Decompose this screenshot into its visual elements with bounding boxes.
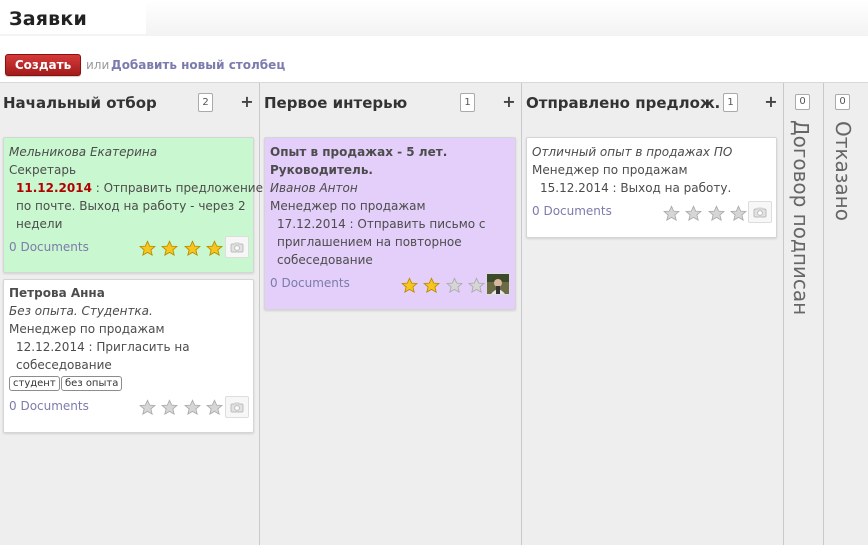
column-divider [823, 83, 824, 545]
applicant-summary: Отличный опыт в продажах ПО [532, 145, 733, 159]
job-title: Менеджер по продажам [9, 322, 165, 336]
applicant-name: Петрова Анна [9, 286, 105, 300]
star-icon[interactable] [161, 240, 178, 257]
star-icon[interactable] [663, 205, 680, 222]
applicant-summary: Без опыта. Студентка. [9, 304, 153, 318]
job-title: Секретарь [9, 163, 77, 177]
applicant-card[interactable]: Опыт в продажах - 5 лет. Руководитель. И… [264, 137, 516, 310]
star-icon[interactable] [446, 277, 463, 294]
column-count-badge: 1 [723, 93, 738, 112]
next-action: 17.12.2014 : Отправить письмо с [277, 217, 486, 231]
page-title: Заявки [9, 8, 87, 30]
column-title-initial-screening: Начальный отбор [3, 94, 157, 112]
camera-icon [748, 201, 772, 223]
tag-label[interactable]: студент [9, 376, 60, 391]
applicant-card[interactable]: Мельникова Екатерина Секретарь 11.12.201… [3, 137, 263, 273]
next-action-line: собеседование [277, 253, 373, 267]
camera-icon [225, 396, 249, 418]
next-action: 15.12.2014 : Выход на работу. [540, 181, 732, 195]
applicant-name: Мельникова Екатерина [9, 145, 158, 159]
title-box: Заявки [0, 0, 146, 34]
documents-link[interactable]: 0 Documents [9, 240, 89, 254]
star-icon[interactable] [184, 240, 201, 257]
or-label: или [86, 58, 110, 72]
applicant-card[interactable]: Отличный опыт в продажах ПО Менеджер по … [526, 137, 777, 238]
avatar-photo [486, 273, 510, 295]
star-icon[interactable] [730, 205, 747, 222]
column-divider [259, 83, 260, 545]
documents-link[interactable]: 0 Documents [270, 276, 350, 290]
next-action-line: приглашением на повторное [277, 235, 462, 249]
star-icon[interactable] [206, 399, 223, 416]
add-column-link[interactable]: Добавить новый столбец [111, 58, 285, 72]
next-action: 11.12.2014 : Отправить предложение [16, 181, 263, 195]
applicant-card[interactable]: Петрова Анна Без опыта. Студентка. Менед… [3, 279, 254, 433]
add-card-button[interactable]: + [764, 94, 778, 110]
star-icon[interactable] [468, 277, 485, 294]
column-divider [521, 83, 522, 545]
next-action-line: по почте. Выход на работу - через 2 [16, 199, 246, 213]
create-button[interactable]: Создать [5, 54, 81, 76]
applicant-summary: Опыт в продажах - 5 лет. [270, 145, 448, 159]
star-icon[interactable] [708, 205, 725, 222]
action-text: : Отправить предложение [91, 181, 263, 195]
add-card-button[interactable]: + [502, 94, 516, 110]
job-title: Менеджер по продажам [270, 199, 426, 213]
camera-icon [225, 236, 249, 258]
column-count-badge: 1 [460, 93, 475, 112]
star-icon[interactable] [139, 240, 156, 257]
documents-link[interactable]: 0 Documents [532, 204, 612, 218]
column-count-badge: 2 [198, 93, 213, 112]
star-icon[interactable] [184, 399, 201, 416]
applicant-summary-line: Руководитель. [270, 163, 373, 177]
next-action-line: собеседование [16, 358, 112, 372]
kanban-page: Заявки Создать или Добавить новый столбе… [0, 0, 868, 545]
column-title-first-interview: Первое интерью [264, 94, 408, 112]
top-bar: Заявки [0, 0, 868, 37]
column-count-badge: 0 [795, 94, 810, 110]
column-divider [783, 83, 784, 545]
star-icon[interactable] [401, 277, 418, 294]
job-title: Менеджер по продажам [532, 163, 688, 177]
next-action-line: недели [16, 217, 63, 231]
next-action: 12.12.2014 : Пригласить на [16, 340, 190, 354]
action-date: 11.12.2014 [16, 181, 92, 195]
tag-label[interactable]: без опыта [61, 376, 123, 391]
documents-link[interactable]: 0 Documents [9, 399, 89, 413]
column-count-badge: 0 [835, 94, 850, 110]
star-icon[interactable] [206, 240, 223, 257]
star-icon[interactable] [685, 205, 702, 222]
star-icon[interactable] [139, 399, 156, 416]
column-title-rejected[interactable]: Отказано [831, 121, 855, 221]
applicant-name: Иванов Антон [270, 181, 358, 195]
star-icon[interactable] [161, 399, 178, 416]
star-icon[interactable] [423, 277, 440, 294]
column-title-contract-signed[interactable]: Договор подписан [789, 120, 813, 315]
add-card-button[interactable]: + [240, 94, 254, 110]
column-title-offer-sent: Отправлено предлож… [526, 94, 721, 112]
